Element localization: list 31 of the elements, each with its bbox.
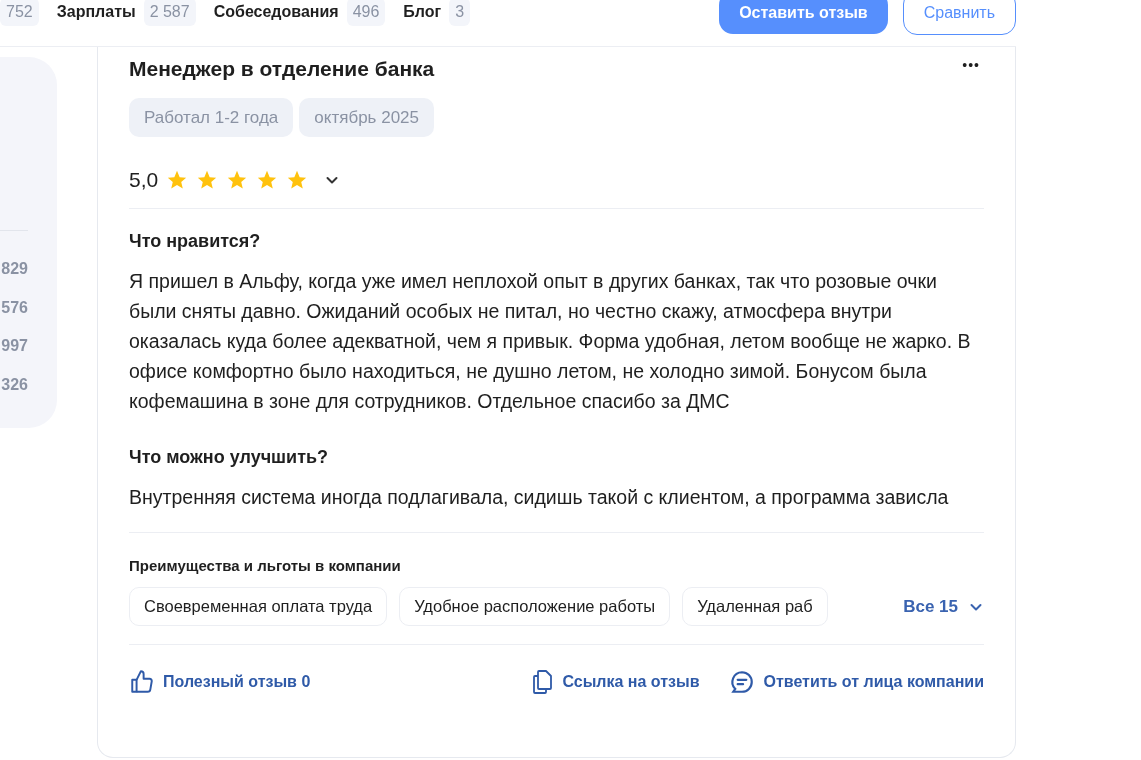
count-badge: 496 — [346, 0, 386, 26]
helpful-button[interactable]: Полезный отзыв 0 — [129, 669, 311, 695]
count-text: 576 — [1, 297, 28, 318]
thumbs-up-icon — [129, 669, 155, 695]
nav-tab[interactable]: Собеседования — [213, 0, 339, 24]
count-text: 997 — [1, 336, 28, 356]
count-badge: 752 — [0, 0, 39, 26]
more-button[interactable]: ••• — [962, 55, 980, 75]
review-title: Менеджер в отделение банка — [129, 56, 435, 82]
count-badge: 2 587 — [143, 0, 196, 26]
show-all-button[interactable]: Все 15 — [903, 593, 984, 620]
review-link-button[interactable]: Ссылка на отзыв — [530, 669, 700, 695]
section-heading: Что можно улучшить? — [129, 446, 330, 469]
review-text: Я пришел в Альфу, когда уже имел неплохой опыт в других банках, так что розовые очки были сняты давно. Ожиданий особых не питал, но честно скажу, атмосфера внутри оказалась куда более адекватной, чем я привык. Форма удобная, летом вообще не жарко. В офисе комфортно было находиться, не душно летом, не холодно зимой. Бонусом была кофемашина в зоне для сотрудников. Отдельное спасибо за ДМС — [129, 269, 972, 414]
count-badge: 3 — [449, 0, 471, 26]
copy-icon — [530, 669, 555, 695]
rating-value: 5,0 — [129, 167, 159, 194]
nav-tab[interactable]: Блог — [403, 0, 442, 24]
info-tag: Работал 1-2 года — [129, 98, 294, 137]
benefit-chip: Удаленная раб — [682, 587, 828, 626]
benefits-heading: Преимущества и льготы в компании — [129, 556, 402, 576]
reply-button[interactable]: Ответить от лица компании — [729, 669, 984, 695]
info-tag: октябрь 2025 — [299, 98, 434, 137]
benefit-chip: Своевременная оплата труда — [129, 587, 388, 626]
chat-bubble-icon — [729, 669, 756, 695]
count-text: 326 — [1, 374, 28, 395]
count-text: 829 — [1, 259, 28, 279]
nav-tab[interactable]: Зарплаты — [56, 0, 136, 24]
section-heading: Что нравится? — [129, 230, 262, 253]
benefit-chip: Удобное расположение работы — [399, 587, 671, 626]
review-text: Внутренняя система иногда подлагивала, сидишь такой с клиентом, а программа зависла — [129, 485, 950, 510]
